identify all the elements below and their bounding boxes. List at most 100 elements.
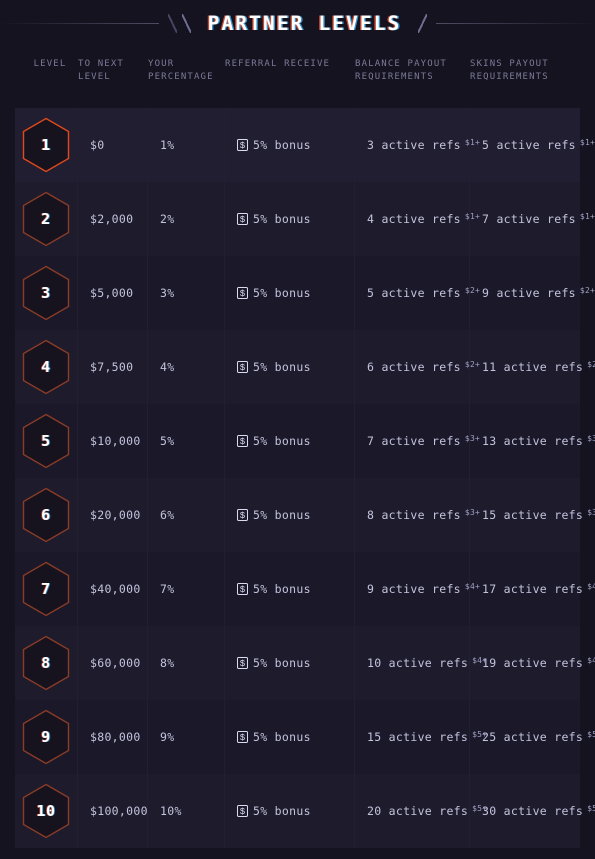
to-next-level-value: $60,000 [90,656,141,670]
skins-payout-value: 17 active refs [482,582,584,596]
balance-payout-value: 3 active refs [367,138,461,152]
money-icon: $ [237,213,248,225]
balance-payout-cell: 5 active refs $2+ [355,256,480,330]
table-row[interactable]: 7 $40,000 7% $5% bonus 9 active refs $4+ 17 ac… [15,552,595,626]
to-next-level-value: $20,000 [90,508,141,522]
balance-payout-cell: 6 active refs $2+ [355,330,480,404]
balance-payout-value: 5 active refs [367,286,461,300]
money-icon: $ [237,139,248,151]
level-number: 10 [36,802,56,820]
balance-payout-content: 7 active refs $3+ [367,434,480,448]
referral-receive-value: 5% bonus [253,434,311,448]
table-row[interactable]: 5 $10,000 5% $5% bonus 7 active refs $3+ 13 ac… [15,404,595,478]
balance-payout-threshold: $3+ [464,508,480,517]
svg-text:$: $ [240,363,246,373]
balance-payout-cell: 4 active refs $1+ [355,182,480,256]
your-percentage-value: 5% [160,434,175,448]
column-header-label: YOUR PERCENTAGE [148,59,214,82]
referral-receive-value: 5% bonus [253,730,311,744]
level-hexagon: 6 [21,487,71,543]
level-hexagon: 2 [21,191,71,247]
skins-payout-threshold: $1+ [579,138,595,147]
referral-receive-content: $5% bonus [237,434,311,448]
skins-payout-cell: 17 active refs$4+ [470,552,595,626]
hexagon-icon: 2 [21,191,71,247]
hexagon-icon: 10 [21,783,71,839]
skins-payout-threshold: $3+ [587,434,595,443]
balance-payout-content: 3 active refs $1+ [367,138,480,152]
money-icon: $ [237,657,248,669]
to-next-level-value-cell: $40,000 [78,552,148,626]
referral-receive-cell: $5% bonus [225,774,355,848]
referral-receive-cell: $5% bonus [225,700,355,774]
skins-payout-content: 19 active refs$4+ [482,656,595,670]
referral-receive-content: $5% bonus [237,582,311,596]
balance-payout-threshold: $5+ [472,804,488,813]
skins-payout-value: 13 active refs [482,434,584,448]
to-next-level-value-cell: $2,000 [78,182,148,256]
level-cell: 2 [15,182,78,256]
table-row[interactable]: 8 $60,000 8% $5% bonus 10 active refs $4+ 19 a… [15,626,595,700]
to-next-level-value: $7,500 [90,360,134,374]
level-number: 8 [41,654,51,672]
balance-payout-content: 4 active refs $1+ [367,212,480,226]
your-percentage-value: 7% [160,582,175,596]
hexagon-icon: 4 [21,339,71,395]
skins-payout-content: 30 active refs$5+ [482,804,595,818]
skins-payout-content: 15 active refs$3+ [482,508,595,522]
referral-receive-content: $5% bonus [237,508,311,522]
svg-text:$: $ [240,659,246,669]
column-header-level: LEVEL [0,46,78,108]
referral-receive-value: 5% bonus [253,582,311,596]
svg-text:$: $ [240,289,246,299]
referral-receive-content: $5% bonus [237,656,311,670]
level-hexagon: 5 [21,413,71,469]
level-cell: 10 [15,774,78,848]
skins-payout-threshold: $2+ [579,286,595,295]
your-percentage-value: 8% [160,656,175,670]
header-slash-group-left [159,13,200,33]
column-header-next: TO NEXT LEVEL [78,46,148,108]
referral-receive-content: $5% bonus [237,360,311,374]
your-percentage-value-cell: 7% [148,552,225,626]
balance-payout-threshold: $2+ [464,286,480,295]
balance-payout-cell: 8 active refs $3+ [355,478,480,552]
table-row[interactable]: 4 $7,500 4% $5% bonus 6 active refs $2+ 11 act… [15,330,595,404]
referral-receive-cell: $5% bonus [225,256,355,330]
table-row[interactable]: 1 $0 1% $5% bonus 3 active refs $1+ 5 active r… [15,108,595,182]
your-percentage-value: 1% [160,138,175,152]
referral-receive-cell: $5% bonus [225,478,355,552]
referral-receive-content: $5% bonus [237,286,311,300]
balance-payout-content: 5 active refs $2+ [367,286,480,300]
referral-receive-content: $5% bonus [237,212,311,226]
level-cell: 4 [15,330,78,404]
money-icon: $ [237,805,248,817]
balance-payout-content: 8 active refs $3+ [367,508,480,522]
skins-payout-threshold: $5+ [587,804,595,813]
table-row[interactable]: 3 $5,000 3% $5% bonus 5 active refs $2+ 9 acti… [15,256,595,330]
slash-icon [167,13,177,33]
referral-receive-content: $5% bonus [237,730,311,744]
table-row[interactable]: 9 $80,000 9% $5% bonus 15 active refs $5+ 25 a… [15,700,595,774]
column-header-label: TO NEXT LEVEL [78,59,124,82]
balance-payout-value: 10 active refs [367,656,469,670]
to-next-level-value-cell: $100,000 [78,774,148,848]
level-hexagon: 9 [21,709,71,765]
referral-receive-content: $5% bonus [237,138,311,152]
skins-payout-content: 11 active refs$2+ [482,360,595,374]
referral-receive-value: 5% bonus [253,360,311,374]
to-next-level-value-cell: $10,000 [78,404,148,478]
table-row[interactable]: 6 $20,000 6% $5% bonus 8 active refs $3+ 15 ac… [15,478,595,552]
level-hexagon: 8 [21,635,71,691]
your-percentage-value-cell: 4% [148,330,225,404]
column-header-bal: BALANCE PAYOUT REQUIREMENTS [355,46,470,108]
table-row[interactable]: 2 $2,000 2% $5% bonus 4 active refs $1+ 7 acti… [15,182,595,256]
table-row[interactable]: 10 $100,000 10% $5% bonus 20 active refs $5+ 3… [15,774,595,848]
svg-text:$: $ [240,807,246,817]
skins-payout-cell: 15 active refs$3+ [470,478,595,552]
referral-receive-value: 5% bonus [253,804,311,818]
hexagon-icon: 3 [21,265,71,321]
hexagon-icon: 7 [21,561,71,617]
referral-receive-cell: $5% bonus [225,404,355,478]
to-next-level-value: $10,000 [90,434,141,448]
